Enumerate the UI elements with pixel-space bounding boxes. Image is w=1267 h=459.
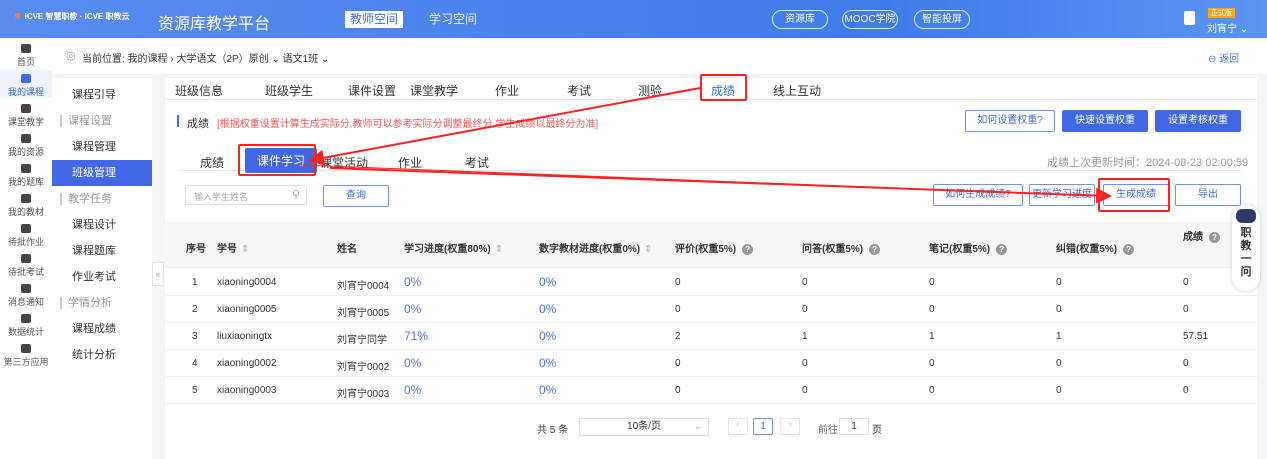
arrow-to-generate <box>329 167 1112 204</box>
arrow-to-courseware <box>308 87 701 166</box>
annotation-arrows <box>299 87 1112 204</box>
